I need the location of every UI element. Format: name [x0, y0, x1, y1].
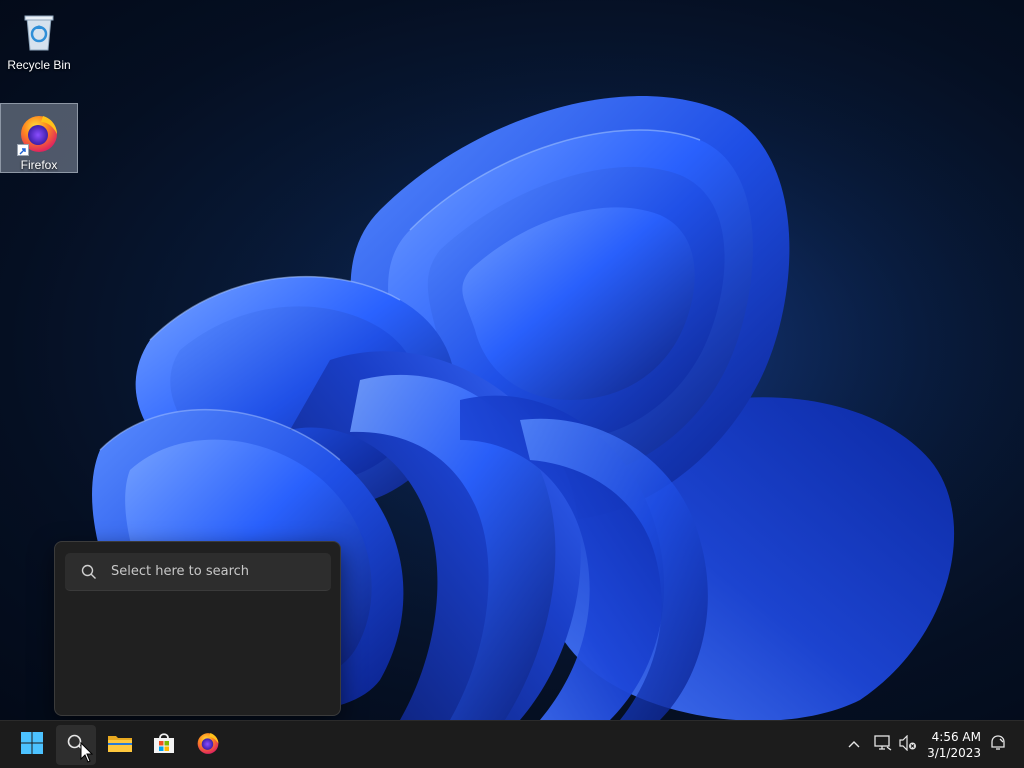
firefox-icon	[196, 731, 220, 760]
search-icon	[81, 564, 97, 580]
network-status-button[interactable]	[870, 721, 896, 768]
search-flyout	[54, 541, 341, 716]
firefox-icon	[17, 110, 61, 156]
firefox-taskbar-button[interactable]	[188, 725, 228, 765]
search-box[interactable]	[65, 553, 331, 591]
notification-icon	[989, 734, 1007, 757]
file-explorer-button[interactable]	[100, 725, 140, 765]
desktop-icon-firefox[interactable]: Firefox	[0, 103, 78, 173]
search-input[interactable]	[109, 563, 323, 580]
start-button[interactable]	[12, 725, 52, 765]
desktop-icon-label: Recycle Bin	[7, 58, 71, 72]
speaker-muted-icon	[899, 734, 917, 756]
chevron-up-icon	[847, 736, 861, 754]
clock[interactable]: 4:56 AM 3/1/2023	[921, 729, 981, 761]
notification-center-button[interactable]	[986, 721, 1010, 768]
windows-logo-icon	[20, 731, 44, 760]
recycle-bin-icon	[17, 10, 61, 54]
shortcut-arrow-icon	[17, 144, 29, 156]
desktop-icon-recycle-bin[interactable]: Recycle Bin	[0, 4, 78, 72]
volume-button[interactable]	[896, 721, 920, 768]
clock-time: 4:56 AM	[931, 730, 981, 744]
folder-icon	[107, 732, 133, 759]
show-hidden-icons-button[interactable]	[842, 721, 866, 768]
mouse-cursor-icon	[80, 741, 94, 764]
microsoft-store-button[interactable]	[144, 725, 184, 765]
network-icon	[874, 734, 892, 756]
taskbar: 4:56 AM 3/1/2023	[0, 720, 1024, 768]
store-icon	[152, 731, 176, 760]
desktop-icon-label: Firefox	[20, 158, 58, 172]
clock-date: 3/1/2023	[927, 746, 981, 760]
